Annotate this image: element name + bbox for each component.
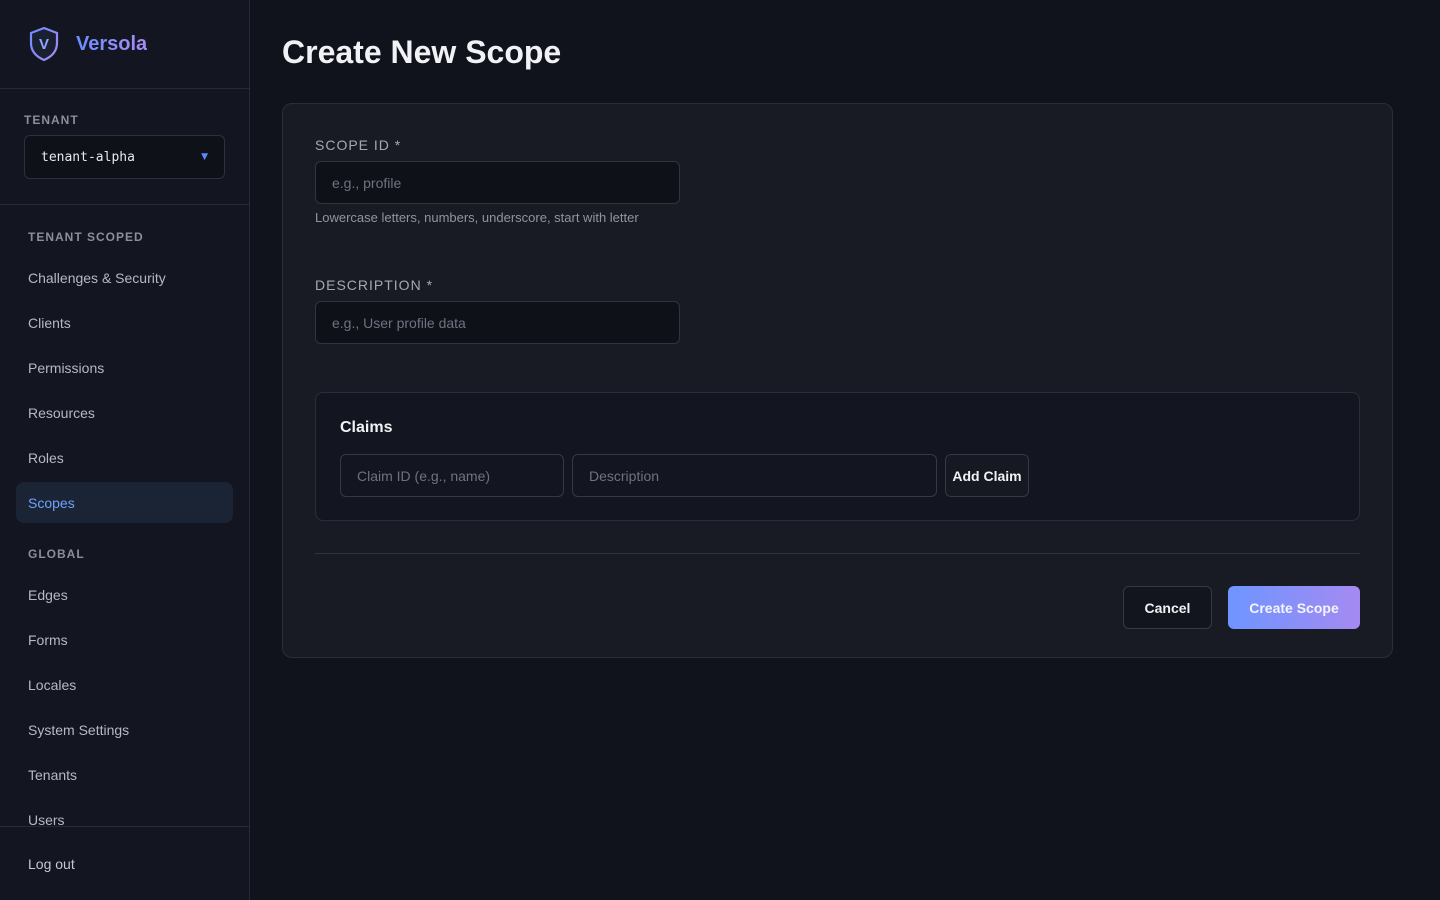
- cancel-button[interactable]: Cancel: [1123, 586, 1212, 629]
- sidebar: V Versola TENANT tenant-alpha ▼ TENANT S…: [0, 0, 250, 900]
- sidebar-item-label: Permissions: [28, 359, 105, 376]
- claims-panel: Claims Add Claim: [315, 392, 1360, 521]
- triangle-down-icon: ▼: [201, 152, 208, 162]
- sidebar-item-resources[interactable]: Resources: [16, 392, 233, 433]
- brand[interactable]: V Versola: [0, 0, 249, 89]
- form-divider: [315, 553, 1360, 554]
- tenant-selector-block: TENANT tenant-alpha ▼: [0, 89, 249, 205]
- sidebar-item-label: Roles: [28, 449, 64, 466]
- claims-add-row: Add Claim: [340, 454, 1335, 497]
- sidebar-item-label: Users: [28, 811, 65, 827]
- sidebar-item-locales[interactable]: Locales: [16, 664, 233, 705]
- scope-id-input[interactable]: [315, 161, 680, 204]
- sidebar-item-label: Resources: [28, 404, 95, 421]
- sidebar-item-forms[interactable]: Forms: [16, 619, 233, 660]
- sidebar-item-label: Scopes: [28, 494, 75, 511]
- create-scope-card: SCOPE ID * Lowercase letters, numbers, u…: [282, 103, 1393, 658]
- sidebar-item-permissions[interactable]: Permissions: [16, 347, 233, 388]
- page-title: Create New Scope: [282, 34, 562, 70]
- nav-list-tenant-scoped: Challenges & Security Clients Permission…: [16, 257, 233, 523]
- sidebar-item-system-settings[interactable]: System Settings: [16, 709, 233, 750]
- sidebar-item-label: Tenants: [28, 766, 78, 783]
- brand-logo-letter: V: [39, 36, 49, 53]
- description-label: DESCRIPTION *: [315, 277, 434, 293]
- sidebar-item-users[interactable]: Users: [16, 799, 233, 827]
- sidebar-item-clients[interactable]: Clients: [16, 302, 233, 343]
- sidebar-item-label: Challenges & Security: [28, 269, 166, 286]
- brand-name: Versola: [76, 32, 148, 55]
- sidebar-item-label: Edges: [28, 586, 68, 603]
- app-root: V Versola TENANT tenant-alpha ▼ TENANT S…: [0, 0, 1440, 900]
- logout-label: Log out: [28, 855, 75, 872]
- nav-section-title-tenant-scoped: TENANT SCOPED: [28, 230, 144, 244]
- logout-button[interactable]: Log out: [0, 826, 249, 900]
- description-input[interactable]: [315, 301, 680, 344]
- sidebar-item-label: System Settings: [28, 721, 130, 738]
- form-actions: Cancel Create Scope: [315, 586, 1360, 629]
- sidebar-item-scopes[interactable]: Scopes: [16, 482, 233, 523]
- sidebar-item-label: Forms: [28, 631, 68, 648]
- add-claim-button[interactable]: Add Claim: [945, 454, 1029, 497]
- tenant-select-value: tenant-alpha: [41, 149, 135, 165]
- sidebar-item-roles[interactable]: Roles: [16, 437, 233, 478]
- sidebar-item-label: Clients: [28, 314, 71, 331]
- main-content: Create New Scope SCOPE ID * Lowercase le…: [250, 0, 1440, 900]
- sidebar-item-label: Locales: [28, 676, 77, 693]
- nav-list-global: Edges Forms Locales System Settings Tena…: [16, 574, 233, 827]
- tenant-select[interactable]: tenant-alpha ▼: [24, 135, 225, 179]
- claim-description-input[interactable]: [572, 454, 937, 497]
- tenant-label: TENANT: [24, 113, 79, 127]
- claims-title: Claims: [340, 419, 393, 436]
- create-scope-button[interactable]: Create Scope: [1228, 586, 1360, 629]
- claim-id-input[interactable]: [340, 454, 564, 497]
- sidebar-item-challenges-security[interactable]: Challenges & Security: [16, 257, 233, 298]
- nav-section-title-global: GLOBAL: [28, 547, 85, 561]
- sidebar-nav: TENANT SCOPED Challenges & Security Clie…: [0, 205, 249, 826]
- sidebar-item-tenants[interactable]: Tenants: [16, 754, 233, 795]
- scope-id-label: SCOPE ID *: [315, 137, 402, 153]
- shield-icon: V: [29, 26, 59, 62]
- scope-id-hint: Lowercase letters, numbers, underscore, …: [315, 210, 639, 225]
- sidebar-item-edges[interactable]: Edges: [16, 574, 233, 615]
